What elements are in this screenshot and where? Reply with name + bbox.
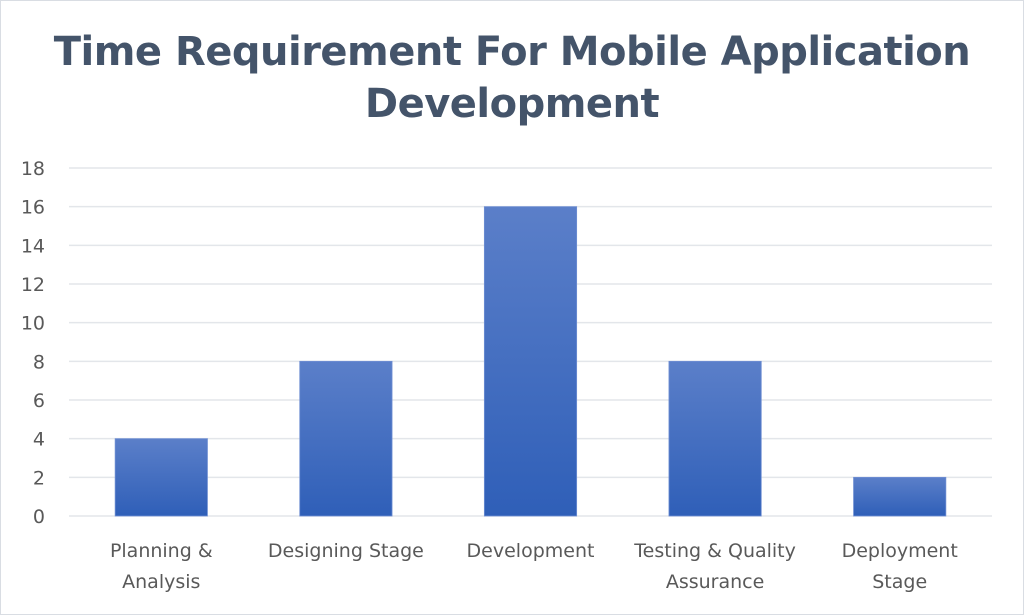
y-tick-label: 18 (21, 158, 45, 180)
x-tick-label: Deployment (842, 540, 958, 562)
x-tick-label: Testing & Quality (633, 540, 796, 562)
x-tick-label: Planning & (110, 540, 213, 562)
y-tick-label: 16 (21, 197, 45, 219)
y-tick-label: 4 (33, 429, 45, 451)
x-tick-label: Analysis (122, 571, 200, 593)
bar (114, 438, 208, 517)
y-tick-label: 10 (21, 313, 45, 335)
bar (853, 476, 947, 517)
bar-chart: 0 2 4 6 8 10 12 14 16 18 Planning & Analysis Design… (21, 158, 992, 593)
y-tick-label: 8 (33, 351, 45, 373)
x-axis-ticks: Planning & Analysis Designing Stage Develop… (110, 540, 958, 593)
bar (483, 206, 578, 517)
y-tick-label: 0 (33, 506, 45, 528)
bar (299, 360, 393, 517)
y-tick-label: 12 (21, 274, 45, 296)
y-tick-label: 6 (33, 390, 45, 412)
x-tick-label: Development (467, 540, 595, 562)
y-tick-label: 2 (33, 467, 45, 489)
y-axis-ticks: 0 2 4 6 8 10 12 14 16 18 (21, 158, 45, 528)
x-tick-label: Designing Stage (268, 540, 424, 562)
bar (668, 360, 762, 517)
x-tick-label: Stage (872, 571, 927, 593)
x-tick-label: Assurance (666, 571, 764, 593)
y-tick-label: 14 (21, 235, 45, 257)
